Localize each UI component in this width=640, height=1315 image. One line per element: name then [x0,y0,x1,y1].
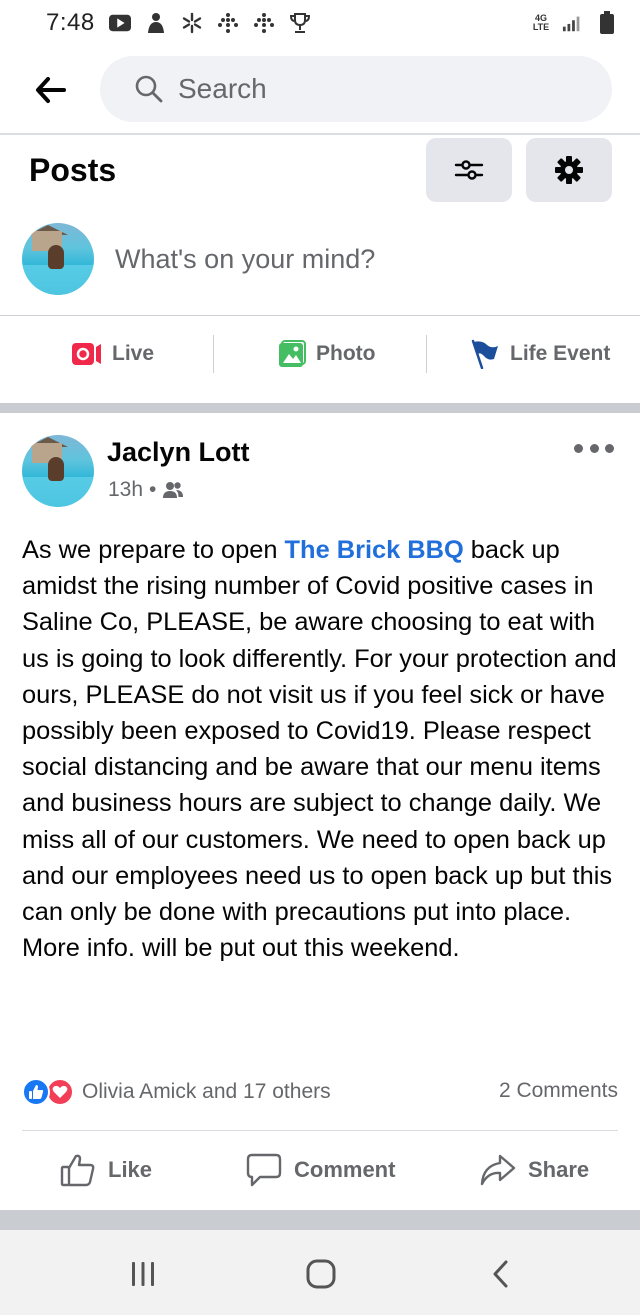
trophy-icon [289,12,311,34]
post-text: As we prepare to open The Brick BBQ back… [22,532,622,966]
comment-button[interactable]: Comment [246,1147,395,1193]
more-dot [574,443,583,453]
more-dot [605,443,614,453]
action-divider [213,335,214,373]
header-divider [0,133,640,135]
dots-grid-icon [253,12,275,34]
home-icon [306,1259,336,1289]
recents-icon [132,1262,154,1286]
status-bar: 7:48 4G LTE [0,0,640,46]
search-input[interactable]: Search [100,56,612,122]
comments-count[interactable]: 2 Comments [499,1079,618,1103]
post-author[interactable]: Jaclyn Lott [107,437,250,468]
share-label: Share [528,1157,590,1182]
thumbs-up-icon [60,1154,95,1187]
love-reaction-icon [46,1078,74,1106]
post-divider [22,1130,618,1131]
home-button[interactable] [291,1252,351,1296]
life-event-label: Life Event [510,342,611,365]
back-button[interactable] [30,72,70,108]
reactions-summary[interactable]: Olivia Amick and 17 others [22,1076,331,1108]
reactions-names: Olivia Amick and 17 others [82,1080,331,1103]
flag-icon [471,339,498,369]
section-separator [0,1210,640,1230]
post-text-rest: back up amidst the rising number of Covi… [22,536,617,963]
battery-icon [596,11,618,34]
notification-icons [108,12,311,34]
network-indicator: 4G LTE [532,13,550,32]
live-label: Live [112,342,155,365]
composer-input[interactable]: What's on your mind? [115,244,375,275]
comment-bubble-icon [246,1153,282,1187]
photo-label: Photo [316,342,376,365]
avatar[interactable] [22,435,94,507]
back-icon [493,1260,508,1288]
search-icon [135,75,163,103]
recents-button[interactable] [113,1252,173,1296]
post-actions: Like Comment Share [0,1147,640,1193]
settings-button[interactable] [526,138,612,202]
arrow-left-icon [36,77,66,103]
page-mention-link[interactable]: The Brick BBQ [285,536,464,564]
gear-icon [555,156,583,184]
post-meta: 13h • [108,478,184,502]
like-reaction-icon [22,1078,50,1106]
signal-bars-icon [562,12,584,34]
system-back-button[interactable] [471,1252,531,1296]
like-button[interactable]: Like [60,1147,152,1193]
system-nav-bar [0,1230,640,1315]
dots-grid-icon [217,12,239,34]
photo-button[interactable]: Photo [278,333,375,375]
youtube-icon [108,12,131,34]
walmart-spark-icon [181,12,203,34]
photo-icon [279,340,306,367]
more-dot [589,443,599,453]
page-title: Posts [29,152,117,188]
life-event-button[interactable]: Life Event [470,333,610,375]
section-separator [0,403,640,413]
composer-actions: Live Photo Life Event [0,333,640,375]
meta-separator: • [149,478,157,501]
search-placeholder: Search [178,73,267,104]
share-button[interactable]: Share [480,1147,589,1193]
share-arrow-icon [480,1154,516,1186]
action-divider [426,335,427,373]
post-text-start: As we prepare to open [22,536,285,564]
system-status: 4G LTE [532,11,618,34]
more-options-button[interactable] [574,436,614,460]
friends-icon [163,482,184,498]
like-label: Like [108,1157,153,1182]
filter-button[interactable] [426,138,512,202]
post-time[interactable]: 13h [108,478,143,502]
filter-sliders-icon [454,160,484,180]
status-time: 7:48 [46,9,95,36]
comment-label: Comment [294,1157,396,1182]
search-header: Search [0,54,640,126]
person-icon [145,12,167,34]
composer-divider [0,315,640,316]
live-video-icon [72,343,101,365]
avatar[interactable] [22,223,94,295]
live-button[interactable]: Live [72,333,154,375]
